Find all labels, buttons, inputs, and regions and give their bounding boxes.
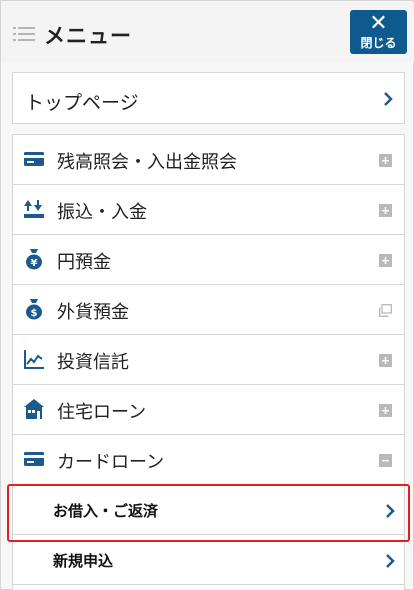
menu-item-label: 振込・入金 (57, 202, 147, 223)
chevron-right-icon (384, 92, 393, 106)
close-icon: ✕ (369, 11, 388, 36)
menu-item-yen-deposit[interactable]: ¥ 円預金 (13, 235, 404, 285)
menu-item-housing-loan[interactable]: 住宅ローン (13, 385, 404, 435)
expand-plus-icon (379, 204, 392, 217)
svg-text:$: $ (31, 308, 38, 319)
chart-icon (24, 350, 44, 369)
top-page-link[interactable]: トップページ (12, 72, 405, 124)
top-page-label: トップページ (25, 92, 139, 114)
collapse-minus-icon (379, 454, 392, 467)
transfer-icon (24, 200, 44, 218)
expand-plus-icon (379, 404, 392, 417)
chevron-right-icon (386, 554, 395, 568)
menu-item-label: 円預金 (57, 252, 111, 273)
card-icon (24, 452, 44, 466)
menu-item-foreign-deposit[interactable]: $ 外貨預金 (13, 285, 404, 335)
expand-plus-icon (379, 254, 392, 267)
dollar-bag-icon: $ (26, 299, 42, 320)
list-icon (13, 27, 35, 41)
menu-item-balance-inquiry[interactable]: 残高照会・入出金照会 (13, 135, 404, 185)
close-button-label: 閉じる (360, 36, 397, 50)
submenu-item-new-application[interactable]: 新規申込 (13, 535, 404, 585)
submenu-item-label: 新規申込 (53, 552, 114, 570)
svg-text:¥: ¥ (31, 258, 38, 269)
yen-bag-icon: ¥ (26, 249, 42, 270)
menu-item-card-loan[interactable]: カードローン (13, 435, 404, 485)
menu-item-label: 住宅ローン (57, 402, 147, 423)
expand-plus-icon (379, 154, 392, 167)
menu-item-label: 投資信託 (57, 352, 129, 373)
house-icon (24, 399, 44, 419)
menu-title: メニュー (44, 24, 132, 48)
menu-header: メニュー ✕ 閉じる (2, 2, 414, 62)
menu-item-investment-trust[interactable]: 投資信託 (13, 335, 404, 385)
menu-item-label: カードローン (57, 452, 165, 473)
external-window-icon (379, 304, 392, 317)
expand-plus-icon (379, 354, 392, 367)
highlight-outline (7, 484, 410, 542)
menu-item-label: 外貨預金 (57, 302, 129, 323)
menu-item-label: 残高照会・入出金照会 (57, 152, 237, 173)
card-icon (24, 152, 44, 166)
menu-panel: メニュー ✕ 閉じる トップページ 残高照会・入出金照会 振込・入金 ¥ 円預金… (0, 0, 414, 590)
menu-item-transfer[interactable]: 振込・入金 (13, 185, 404, 235)
close-button[interactable]: ✕ 閉じる (350, 10, 407, 54)
